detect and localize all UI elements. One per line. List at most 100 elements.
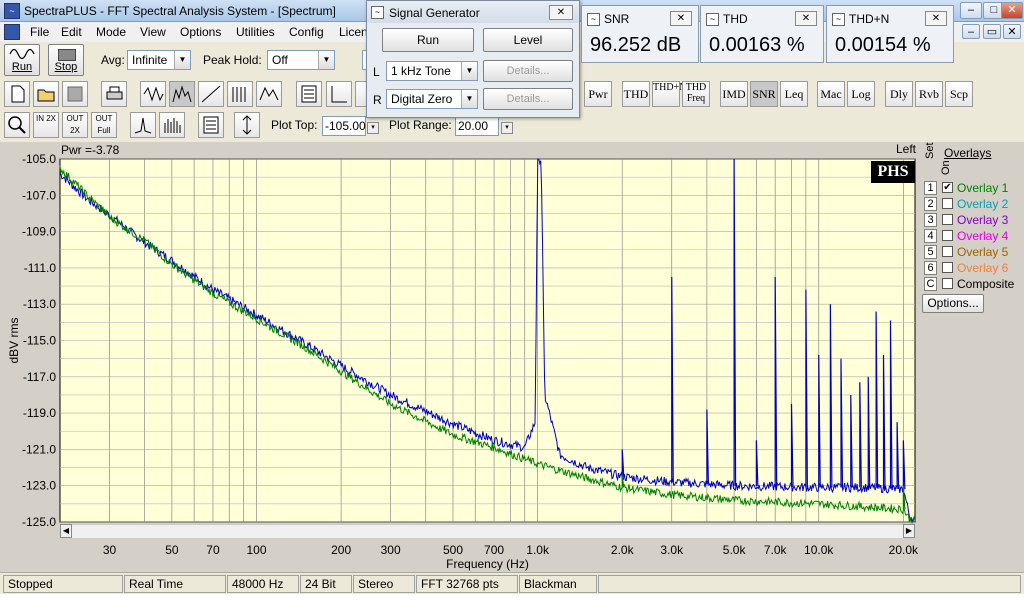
y-tick-label: -113.0 bbox=[23, 297, 56, 311]
child-minimize-button[interactable]: – bbox=[962, 24, 980, 39]
plot-top-label: Plot Top: bbox=[271, 118, 318, 132]
overlay-checkbox[interactable]: ✔ bbox=[942, 182, 953, 193]
menu-utilities[interactable]: Utilities bbox=[236, 25, 275, 39]
bars-icon[interactable] bbox=[159, 112, 185, 138]
channel-label: Left bbox=[896, 142, 917, 156]
overlay-checkbox[interactable] bbox=[942, 230, 953, 241]
zoom-in-2x-button[interactable]: IN 2X bbox=[33, 112, 59, 138]
overlay-name: Overlay 4 bbox=[957, 229, 1009, 243]
plot-range-input[interactable]: 20.00 bbox=[455, 116, 499, 136]
dly-button[interactable]: Dly bbox=[885, 81, 913, 107]
siggen-run-button[interactable]: Run bbox=[382, 28, 474, 52]
right-signal-select[interactable]: Digital Zero ▼ bbox=[386, 89, 478, 109]
overlay-checkbox[interactable] bbox=[942, 262, 953, 273]
overlay-set-button[interactable]: 3 bbox=[924, 213, 937, 227]
menu-license[interactable]: Licen bbox=[339, 25, 368, 39]
thd-button[interactable]: THD bbox=[622, 81, 650, 107]
plot-top-spinner[interactable]: ▾ bbox=[367, 122, 379, 134]
mac-button[interactable]: Mac bbox=[817, 81, 845, 107]
axis-icon[interactable] bbox=[326, 81, 352, 107]
thd-freq-button[interactable]: THD Freq bbox=[682, 81, 710, 107]
plot-range-spinner[interactable]: ▾ bbox=[501, 122, 513, 134]
pwr-button[interactable]: Pwr bbox=[584, 81, 612, 107]
menu-edit[interactable]: Edit bbox=[61, 25, 82, 39]
menu-options[interactable]: Options bbox=[180, 25, 221, 39]
minimize-button[interactable]: – bbox=[960, 2, 982, 19]
imd-button[interactable]: IMD bbox=[720, 81, 748, 107]
menu-file[interactable]: File bbox=[30, 25, 49, 39]
overlay-checkbox[interactable] bbox=[942, 198, 953, 209]
thd-n-meter-value: 0.00154 % bbox=[835, 34, 931, 56]
zoom-out-full-button[interactable]: OUT Full bbox=[91, 112, 117, 138]
x-tick-label: 10.0k bbox=[804, 543, 834, 557]
child-restore-button[interactable]: ▭ bbox=[983, 24, 1001, 39]
spectrum-icon[interactable] bbox=[169, 81, 195, 107]
overlay-checkbox[interactable] bbox=[942, 246, 953, 257]
phase-icon[interactable] bbox=[198, 81, 224, 107]
snr-meter-value: 96.252 dB bbox=[590, 34, 682, 56]
scroll-right-button[interactable]: ▶ bbox=[903, 524, 915, 538]
vertical-scale-icon[interactable] bbox=[234, 112, 260, 138]
avg-select[interactable]: Infinite ▼ bbox=[127, 50, 191, 70]
open-folder-icon[interactable] bbox=[33, 81, 59, 107]
log-button[interactable]: Log bbox=[847, 81, 875, 107]
overlay-set-button[interactable]: 4 bbox=[924, 229, 937, 243]
right-details-button[interactable]: Details... bbox=[483, 88, 573, 110]
horizontal-scrollbar[interactable] bbox=[72, 524, 903, 538]
scroll-left-button[interactable]: ◀ bbox=[60, 524, 72, 538]
overlays-header[interactable]: Overlays bbox=[944, 146, 991, 160]
overlay-options-button[interactable]: Options... bbox=[922, 294, 984, 313]
close-icon[interactable]: ✕ bbox=[925, 11, 947, 26]
thd-n-button[interactable]: THD+N bbox=[652, 81, 686, 107]
run-label: Run bbox=[11, 61, 33, 73]
y-tick-label: -111.0 bbox=[24, 261, 57, 275]
rvb-button[interactable]: Rvb bbox=[915, 81, 943, 107]
close-icon[interactable]: ✕ bbox=[670, 11, 692, 26]
menu-mode[interactable]: Mode bbox=[96, 25, 126, 39]
list-icon[interactable] bbox=[296, 81, 322, 107]
left-details-button[interactable]: Details... bbox=[483, 60, 573, 82]
menu-view[interactable]: View bbox=[140, 25, 166, 39]
save-icon[interactable] bbox=[62, 81, 88, 107]
overlay-checkbox[interactable] bbox=[942, 278, 953, 289]
overlay-set-button[interactable]: 1 bbox=[924, 181, 937, 195]
print-icon[interactable] bbox=[101, 81, 127, 107]
overlay-set-button[interactable]: 6 bbox=[924, 261, 937, 275]
zoom-out-2x-button[interactable]: OUT 2X bbox=[62, 112, 88, 138]
peak-hold-select[interactable]: Off ▼ bbox=[267, 50, 335, 70]
menu-config[interactable]: Config bbox=[289, 25, 324, 39]
document-icon[interactable] bbox=[4, 24, 20, 40]
plot-top-input[interactable]: -105.00 bbox=[322, 116, 366, 136]
run-button[interactable]: Run bbox=[4, 44, 40, 76]
siggen-level-button[interactable]: Level bbox=[483, 28, 573, 52]
calculator-icon[interactable] bbox=[198, 112, 224, 138]
spectrum-chart[interactable]: -105.0 -107.0 -109.0 -111.0 -113.0 -115.0 -117… bbox=[0, 142, 1024, 572]
chevron-down-icon: ▼ bbox=[461, 90, 477, 108]
set-column-label: Set bbox=[924, 142, 936, 159]
snr-button[interactable]: SNR bbox=[750, 81, 778, 107]
peak-marker-icon[interactable] bbox=[130, 112, 156, 138]
overlay-set-button[interactable]: 2 bbox=[924, 197, 937, 211]
thd-meter-title: THD bbox=[723, 12, 748, 26]
overlay-checkbox[interactable] bbox=[942, 214, 953, 225]
close-icon[interactable]: ✕ bbox=[1001, 2, 1023, 19]
close-icon[interactable]: ✕ bbox=[549, 5, 573, 20]
waveform-icon[interactable]: ~ bbox=[4, 3, 20, 19]
on-column-label: On bbox=[940, 160, 952, 175]
siggen-title: Signal Generator bbox=[389, 6, 480, 20]
3d-surface-icon[interactable] bbox=[256, 81, 282, 107]
left-signal-select[interactable]: 1 kHz Tone ▼ bbox=[386, 61, 478, 81]
leq-button[interactable]: Leq bbox=[780, 81, 808, 107]
child-close-button[interactable]: ✕ bbox=[1003, 24, 1021, 39]
overlay-set-button[interactable]: 5 bbox=[924, 245, 937, 259]
close-icon[interactable]: ✕ bbox=[795, 11, 817, 26]
scp-button[interactable]: Scp bbox=[945, 81, 973, 107]
new-file-icon[interactable] bbox=[4, 81, 30, 107]
stop-button[interactable]: Stop bbox=[48, 44, 84, 76]
status-window: Blackman bbox=[519, 575, 597, 593]
overlay-set-button[interactable]: C bbox=[924, 277, 937, 291]
spectrogram-icon[interactable] bbox=[227, 81, 253, 107]
status-run-state: Stopped bbox=[3, 575, 123, 593]
magnifier-icon[interactable] bbox=[4, 112, 30, 138]
time-series-icon[interactable] bbox=[140, 81, 166, 107]
